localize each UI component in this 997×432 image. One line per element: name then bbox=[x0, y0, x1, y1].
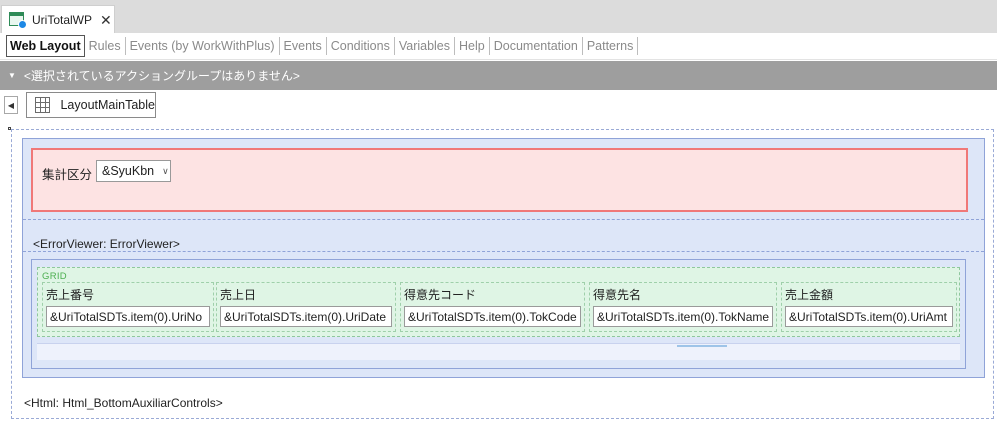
grid-tag: GRID bbox=[42, 271, 67, 282]
navigate-left-icon[interactable]: ◀ bbox=[4, 96, 18, 114]
document-tab-title: UriTotalWP bbox=[32, 12, 93, 27]
column-header: 売上番号 bbox=[46, 288, 95, 302]
grid-column-urino[interactable]: 売上番号 &UriTotalSDTs.item(0).UriNo bbox=[42, 282, 214, 332]
filter-panel[interactable]: 集計区分 &SyuKbn ∨ bbox=[31, 148, 968, 212]
column-field[interactable]: &UriTotalSDTs.item(0).UriNo bbox=[46, 306, 210, 327]
grid-column-uriamt[interactable]: 売上金額 &UriTotalSDTs.item(0).UriAmt bbox=[781, 282, 957, 332]
column-header: 得意先コード bbox=[404, 288, 477, 302]
tab-events[interactable]: Events bbox=[280, 35, 326, 57]
column-field[interactable]: &UriTotalSDTs.item(0).TokName bbox=[593, 306, 773, 327]
column-field[interactable]: &UriTotalSDTs.item(0).UriDate bbox=[220, 306, 392, 327]
row-divider bbox=[23, 251, 984, 252]
chevron-down-icon: ∨ bbox=[162, 165, 169, 176]
layout-main-table-selector[interactable]: LayoutMainTable bbox=[26, 92, 156, 118]
column-header: 売上金額 bbox=[785, 288, 834, 302]
tab-events-workwithplus[interactable]: Events (by WorkWithPlus) bbox=[126, 35, 279, 57]
error-viewer-control[interactable]: <ErrorViewer: ErrorViewer> bbox=[33, 237, 180, 251]
column-field[interactable]: &UriTotalSDTs.item(0).UriAmt bbox=[785, 306, 953, 327]
action-group-bar[interactable]: ▼ <選択されているアクショングループはありません> bbox=[0, 61, 997, 90]
selector-label: LayoutMainTable bbox=[60, 98, 155, 112]
document-tab-uritotalwp[interactable]: UriTotalWP ✕ bbox=[1, 5, 115, 33]
tab-patterns[interactable]: Patterns bbox=[583, 35, 638, 57]
tab-variables[interactable]: Variables bbox=[395, 35, 454, 57]
grid-column-tokcode[interactable]: 得意先コード &UriTotalSDTs.item(0).TokCode bbox=[400, 282, 585, 332]
column-header: 得意先名 bbox=[593, 288, 642, 302]
row-divider bbox=[23, 219, 984, 220]
grid-horizontal-scrollbar[interactable] bbox=[677, 345, 727, 347]
tab-rules[interactable]: Rules bbox=[85, 35, 125, 57]
grid-column-uridate[interactable]: 売上日 &UriTotalSDTs.item(0).UriDate bbox=[216, 282, 396, 332]
combo-value: &SyuKbn bbox=[102, 164, 155, 178]
close-tab-icon[interactable]: ✕ bbox=[100, 13, 112, 27]
filter-label: 集計区分 bbox=[42, 168, 93, 182]
column-header: 売上日 bbox=[220, 288, 257, 302]
document-tab-strip: UriTotalWP ✕ bbox=[0, 0, 997, 33]
table-grid-icon bbox=[35, 97, 51, 113]
tab-documentation[interactable]: Documentation bbox=[490, 35, 582, 57]
grid-column-tokname[interactable]: 得意先名 &UriTotalSDTs.item(0).TokName bbox=[589, 282, 777, 332]
tab-conditions[interactable]: Conditions bbox=[327, 35, 394, 57]
layout-main-table[interactable]: 集計区分 &SyuKbn ∨ <ErrorViewer: ErrorViewer… bbox=[11, 129, 994, 419]
collapse-caret-icon[interactable]: ▼ bbox=[8, 71, 16, 80]
tab-web-layout[interactable]: Web Layout bbox=[6, 35, 85, 57]
control-selector-row: ◀ LayoutMainTable bbox=[0, 92, 400, 118]
grid-control[interactable]: GRID 売上番号 &UriTotalSDTs.item(0).UriNo 売上… bbox=[37, 267, 960, 337]
action-group-text: <選択されているアクショングループはありません> bbox=[23, 69, 300, 83]
layout-inner-table[interactable]: 集計区分 &SyuKbn ∨ <ErrorViewer: ErrorViewer… bbox=[22, 138, 985, 378]
grid-footer bbox=[37, 343, 960, 360]
view-tab-bar: Web Layout Rules Events (by WorkWithPlus… bbox=[0, 33, 997, 60]
bottom-auxiliar-html-control[interactable]: <Html: Html_BottomAuxiliarControls> bbox=[24, 396, 223, 410]
tab-help[interactable]: Help bbox=[455, 35, 489, 57]
webpanel-icon bbox=[9, 11, 27, 29]
syukbn-combo[interactable]: &SyuKbn ∨ bbox=[96, 160, 171, 182]
tab-divider bbox=[637, 37, 639, 55]
column-field[interactable]: &UriTotalSDTs.item(0).TokCode bbox=[404, 306, 581, 327]
grid-container[interactable]: GRID 売上番号 &UriTotalSDTs.item(0).UriNo 売上… bbox=[31, 259, 966, 369]
